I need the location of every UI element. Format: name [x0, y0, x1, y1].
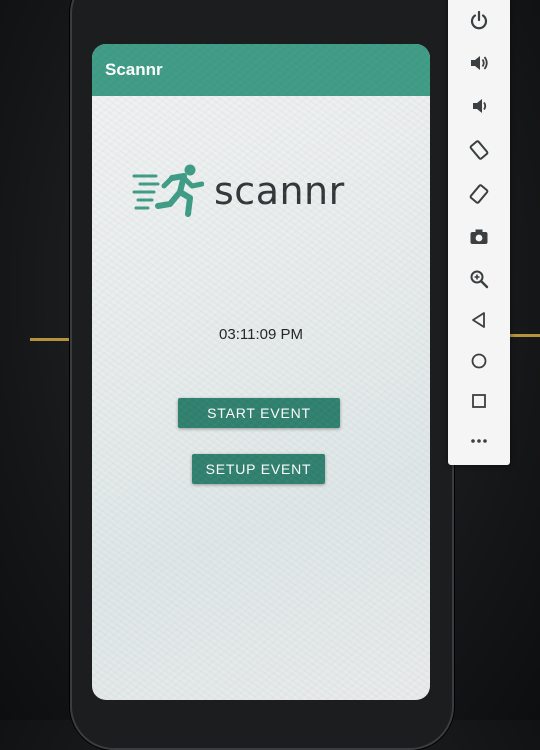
more-icon[interactable]	[467, 429, 491, 453]
back-icon[interactable]	[467, 308, 491, 332]
zoom-icon[interactable]	[467, 267, 491, 291]
volume-up-icon[interactable]	[467, 51, 491, 75]
rotate-left-icon[interactable]	[467, 138, 491, 162]
volume-down-icon[interactable]	[467, 94, 491, 118]
overview-icon[interactable]	[467, 389, 491, 413]
logo-wordmark: scannr	[214, 169, 345, 213]
rotate-right-icon[interactable]	[467, 182, 491, 206]
home-icon[interactable]	[467, 349, 491, 373]
emulator-toolbar	[448, 0, 510, 465]
app-title: Scannr	[105, 60, 163, 79]
power-icon[interactable]	[467, 8, 491, 32]
start-event-button[interactable]: START EVENT	[178, 398, 340, 428]
clock-display: 03:11:09 PM	[219, 326, 303, 343]
scannr-logo: scannr	[132, 162, 345, 220]
camera-icon[interactable]	[467, 225, 491, 249]
app-screen: Scannr scannr 03:11:09 PM START EVENT SE…	[92, 44, 430, 700]
setup-event-button[interactable]: SETUP EVENT	[192, 454, 325, 484]
runner-icon	[132, 164, 204, 217]
app-bar: Scannr	[92, 44, 430, 96]
